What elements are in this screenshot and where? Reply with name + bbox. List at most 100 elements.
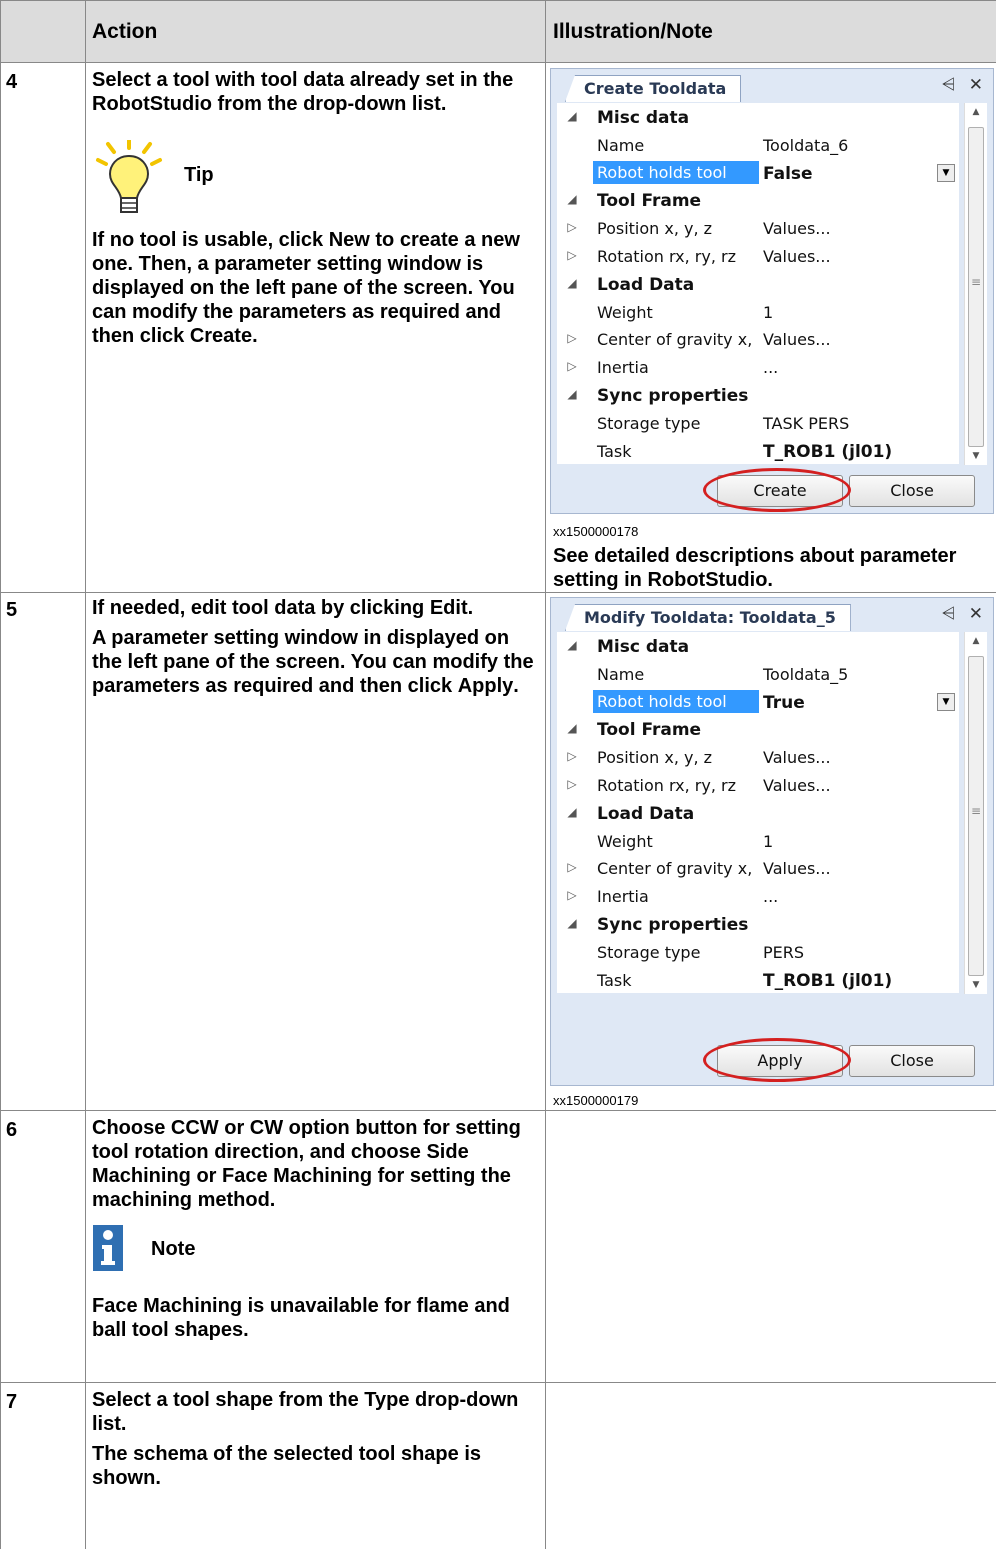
property-name: Misc data [597, 108, 690, 128]
property-row[interactable]: Weight 1 [557, 298, 959, 326]
property-name: Inertia [597, 358, 649, 378]
property-row[interactable]: ▷ Rotation rx, ry, rz Values... [557, 771, 959, 799]
property-category[interactable]: ◢ Tool Frame [557, 715, 959, 743]
scroll-down-icon[interactable]: ▼ [965, 980, 987, 990]
property-value[interactable]: TASK PERS [763, 414, 849, 433]
expand-arrow-icon[interactable]: ▷ [565, 860, 579, 874]
scroll-up-icon[interactable]: ▲ [965, 107, 987, 117]
property-row[interactable]: Robot holds tool True ▼ [557, 688, 959, 716]
property-value[interactable]: True [763, 693, 805, 713]
property-row[interactable]: Name Tooldata_6 [557, 131, 959, 159]
expand-arrow-icon[interactable]: ▷ [565, 331, 579, 345]
property-value[interactable]: T_ROB1 (jl01) [763, 442, 892, 462]
property-row[interactable]: Task T_ROB1 (jl01) [557, 437, 959, 465]
property-value[interactable]: PERS [763, 943, 804, 962]
pin-menu-icon[interactable]: ⩤ [942, 75, 956, 95]
note-label: Note [151, 1238, 196, 1260]
close-button[interactable]: Close [849, 1045, 975, 1077]
property-row[interactable]: Storage type PERS [557, 938, 959, 966]
property-category[interactable]: ◢ Load Data [557, 270, 959, 298]
property-row[interactable]: ▷ Inertia... [557, 882, 959, 910]
property-row[interactable]: Task T_ROB1 (jl01) [557, 966, 959, 994]
close-button[interactable]: Close [849, 475, 975, 507]
header-illustration: Illustration/Note [553, 20, 713, 43]
expand-arrow-icon[interactable]: ▷ [565, 359, 579, 373]
property-category[interactable]: ◢ Load Data [557, 799, 959, 827]
dropdown-arrow-icon[interactable]: ▼ [937, 163, 955, 182]
property-value[interactable]: ... [763, 887, 778, 906]
property-name: Load Data [597, 274, 695, 295]
property-name: Weight [597, 302, 653, 322]
property-name: Storage type [597, 413, 701, 433]
property-name: Name [597, 664, 645, 684]
property-value[interactable]: Values... [763, 330, 831, 349]
property-category[interactable]: ◢ Misc data [557, 103, 959, 131]
property-name: Rotation rx, ry, rz [597, 246, 736, 266]
property-value[interactable]: Tooldata_5 [763, 665, 848, 684]
tab-modify-tooldata[interactable]: Modify Tooldata: Tooldata_5 [565, 604, 851, 631]
property-value[interactable]: T_ROB1 (jl01) [763, 971, 892, 991]
property-value[interactable]: Tooldata_6 [763, 136, 848, 155]
property-row[interactable]: ▷ Position x, y, z Values... [557, 214, 959, 242]
property-grid: ◢ Misc data Name Tooldata_5 Robot holds tool… [557, 632, 959, 994]
scrollbar[interactable]: ▲ ≡ ▼ [964, 632, 987, 994]
property-category[interactable]: ◢ Sync properties [557, 910, 959, 938]
step-number: 5 [6, 599, 18, 621]
property-row[interactable]: ▷ Center of gravity x, Values... [557, 325, 959, 353]
collapse-arrow-icon[interactable]: ◢ [565, 638, 579, 652]
property-category[interactable]: ◢ Tool Frame [557, 186, 959, 214]
collapse-arrow-icon[interactable]: ◢ [565, 276, 579, 290]
property-row[interactable]: Name Tooldata_5 [557, 660, 959, 688]
grip-icon: ≡ [971, 804, 982, 818]
collapse-arrow-icon[interactable]: ◢ [565, 916, 579, 930]
close-icon[interactable]: ✕ [969, 604, 983, 624]
property-value[interactable]: Values... [763, 748, 831, 767]
expand-arrow-icon[interactable]: ▷ [565, 777, 579, 791]
property-category[interactable]: ◢ Sync properties [557, 381, 959, 409]
modify-tooldata-panel: Modify Tooldata: Tooldata_5 ⩤ ✕ ◢ Misc da… [550, 597, 994, 1086]
expand-arrow-icon[interactable]: ▷ [565, 248, 579, 262]
property-value[interactable]: False [763, 164, 813, 184]
property-row[interactable]: ▷ Rotation rx, ry, rz Values... [557, 242, 959, 270]
panel-controls: ⩤ ✕ [942, 75, 983, 95]
property-row[interactable]: ▷ Center of gravity x, Values... [557, 854, 959, 882]
property-value[interactable]: Values... [763, 776, 831, 795]
header-action: Action [92, 20, 158, 43]
scrollbar[interactable]: ▲ ≡ ▼ [964, 103, 987, 465]
property-value[interactable]: 1 [763, 832, 773, 851]
expand-arrow-icon[interactable]: ▷ [565, 220, 579, 234]
collapse-arrow-icon[interactable]: ◢ [565, 805, 579, 819]
pin-menu-icon[interactable]: ⩤ [942, 604, 956, 624]
property-value[interactable]: Values... [763, 859, 831, 878]
property-category[interactable]: ◢ Misc data [557, 632, 959, 660]
property-name: Robot holds tool [593, 689, 759, 713]
grip-icon: ≡ [971, 275, 982, 289]
property-value[interactable]: Values... [763, 247, 831, 266]
step-action: Choose CCW or CW option button for setti… [92, 1117, 521, 1211]
property-value[interactable]: ... [763, 358, 778, 377]
property-row[interactable]: ▷ Position x, y, z Values... [557, 743, 959, 771]
property-row[interactable]: Robot holds tool False ▼ [557, 159, 959, 187]
property-name: Center of gravity x, [597, 330, 753, 350]
property-row[interactable]: Weight 1 [557, 827, 959, 855]
scroll-down-icon[interactable]: ▼ [965, 451, 987, 461]
property-value[interactable]: 1 [763, 303, 773, 322]
scroll-up-icon[interactable]: ▲ [965, 636, 987, 646]
row-divider-5-6 [0, 1110, 996, 1111]
dropdown-arrow-icon[interactable]: ▼ [937, 692, 955, 711]
collapse-arrow-icon[interactable]: ◢ [565, 192, 579, 206]
step-number: 7 [6, 1391, 18, 1413]
close-icon[interactable]: ✕ [969, 75, 983, 95]
property-row[interactable]: Storage type TASK PERS [557, 409, 959, 437]
collapse-arrow-icon[interactable]: ◢ [565, 387, 579, 401]
expand-arrow-icon[interactable]: ▷ [565, 749, 579, 763]
property-row[interactable]: ▷ Inertia... [557, 353, 959, 381]
tab-create-tooldata[interactable]: Create Tooldata [565, 75, 742, 102]
property-value[interactable]: Values... [763, 219, 831, 238]
collapse-arrow-icon[interactable]: ◢ [565, 109, 579, 123]
collapse-arrow-icon[interactable]: ◢ [565, 721, 579, 735]
header-divider [0, 62, 996, 63]
highlight-ellipse [703, 468, 851, 512]
expand-arrow-icon[interactable]: ▷ [565, 888, 579, 902]
step-action: If needed, edit tool data by clicking Ed… [92, 597, 534, 697]
